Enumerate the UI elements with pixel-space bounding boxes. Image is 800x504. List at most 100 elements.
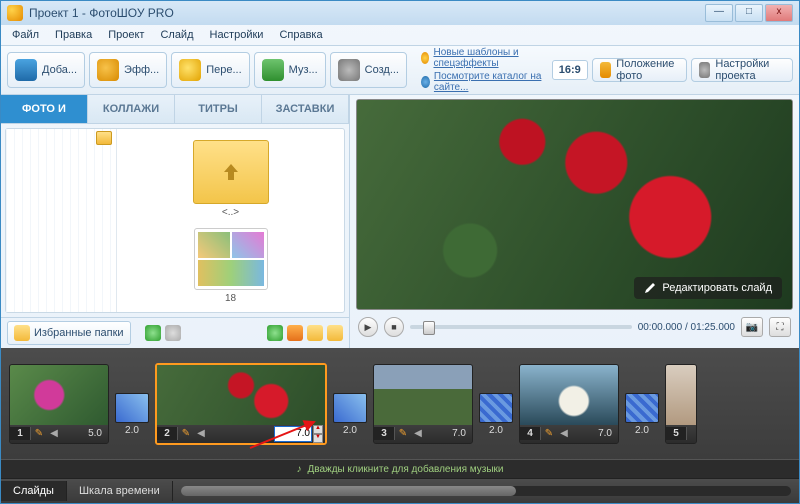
sound-icon[interactable]: ◀ — [411, 428, 425, 439]
nav-back-icon[interactable] — [145, 325, 161, 341]
scrollbar-thumb[interactable] — [181, 486, 517, 496]
transition-2[interactable]: 2.0 — [333, 372, 367, 436]
favorite-folders-button[interactable]: Избранные папки — [7, 321, 131, 345]
favorites-bar: Избранные папки — [1, 317, 349, 348]
edit-slide-button[interactable]: Редактировать слайд — [634, 277, 782, 299]
star-icon — [179, 59, 201, 81]
pencil-icon[interactable]: ✎ — [395, 428, 411, 439]
stop-button[interactable]: ■ — [384, 317, 404, 337]
maximize-button[interactable]: □ — [735, 4, 763, 22]
thumb-item[interactable]: 18 — [181, 223, 281, 309]
time-display: 00:00.000 / 01:25.000 — [638, 322, 735, 333]
menubar: Файл Правка Проект Слайд Настройки Справ… — [1, 25, 799, 46]
titlebar: Проект 1 - ФотоШОУ PRO — □ x — [1, 1, 799, 25]
app-logo-icon — [7, 5, 23, 21]
pencil-icon — [644, 282, 656, 294]
source-tabs: ФОТО И ВИДЕО КОЛЛАЖИ ТИТРЫ ЗАСТАВКИ — [1, 95, 349, 124]
main-toolbar: Доба... Эфф... Пере... Муз... Созд... Но… — [1, 46, 799, 95]
thumb-up[interactable]: <..> — [181, 135, 281, 223]
add-button[interactable]: Доба... — [7, 52, 85, 88]
home-icon[interactable] — [287, 325, 303, 341]
tab-intros[interactable]: ЗАСТАВКИ — [262, 95, 349, 123]
slide-strip[interactable]: 1✎◀5.0 2.0 2✎◀▲▼ 2.0 3✎◀7.0 2.0 4✎◀7.0 2… — [1, 348, 799, 459]
transition-thumb — [479, 393, 513, 423]
arrow-up-icon — [219, 160, 243, 184]
menu-edit[interactable]: Правка — [48, 27, 99, 43]
aspect-ratio-button[interactable]: 16:9 — [552, 60, 588, 80]
globe-icon — [421, 76, 430, 88]
fullscreen-button[interactable]: ⛶ — [769, 317, 791, 337]
sound-icon[interactable]: ◀ — [47, 428, 61, 439]
photo-position-button[interactable]: Положение фото — [592, 58, 687, 82]
nav-fwd-icon[interactable] — [165, 325, 181, 341]
transition-3[interactable]: 2.0 — [479, 372, 513, 436]
music-track[interactable]: ♪ Дважды кликните для добавления музыки — [1, 459, 799, 478]
play-button[interactable]: ▶ — [358, 317, 378, 337]
slide-thumb — [520, 365, 618, 425]
folder-icon — [96, 131, 112, 145]
tab-photo-video[interactable]: ФОТО И ВИДЕО — [1, 95, 88, 123]
menu-help[interactable]: Справка — [272, 27, 329, 43]
promo-links: Новые шаблоны и спецэффекты Посмотрите к… — [421, 47, 544, 93]
tab-collages[interactable]: КОЛЛАЖИ — [88, 95, 175, 123]
menu-project[interactable]: Проект — [101, 27, 151, 43]
slide-5[interactable]: 5 — [665, 364, 697, 444]
photo-icon — [600, 62, 612, 78]
pencil-icon[interactable]: ✎ — [178, 428, 194, 439]
tab-timescale-view[interactable]: Шкала времени — [67, 481, 173, 501]
camera-icon — [15, 59, 37, 81]
transition-4[interactable]: 2.0 — [625, 372, 659, 436]
effects-button[interactable]: Эфф... — [89, 52, 167, 88]
close-button[interactable]: x — [765, 4, 793, 22]
snapshot-button[interactable]: 📷 — [741, 317, 763, 337]
wand-icon — [97, 59, 119, 81]
menu-settings[interactable]: Настройки — [203, 27, 271, 43]
seek-knob[interactable] — [423, 321, 435, 335]
slide-1[interactable]: 1✎◀5.0 — [9, 364, 109, 444]
download-icon[interactable] — [267, 325, 283, 341]
slide-thumb — [666, 365, 696, 425]
tab-slides-view[interactable]: Слайды — [1, 481, 67, 501]
sound-icon[interactable]: ◀ — [557, 428, 571, 439]
file-browser: <..> 18 — [5, 128, 345, 313]
duration-input[interactable] — [274, 426, 312, 442]
window-title: Проект 1 - ФотоШОУ PRO — [29, 6, 174, 20]
menu-slide[interactable]: Слайд — [153, 27, 200, 43]
transitions-button[interactable]: Пере... — [171, 52, 249, 88]
sound-icon[interactable]: ◀ — [194, 428, 208, 439]
duration-spinner[interactable]: ▲▼ — [313, 425, 323, 443]
music-button[interactable]: Муз... — [254, 52, 326, 88]
folder-icon — [14, 325, 30, 341]
project-settings-button[interactable]: Настройки проекта — [691, 58, 793, 82]
slide-thumb — [10, 365, 108, 425]
link-templates[interactable]: Новые шаблоны и спецэффекты — [433, 47, 543, 69]
timeline-scrollbar[interactable] — [181, 486, 791, 496]
transition-thumb — [625, 393, 659, 423]
transition-thumb — [115, 393, 149, 423]
slide-4[interactable]: 4✎◀7.0 — [519, 364, 619, 444]
playback-bar: ▶ ■ 00:00.000 / 01:25.000 📷 ⛶ — [356, 310, 793, 344]
slide-thumb — [374, 365, 472, 425]
fav-manage-icon[interactable] — [327, 325, 343, 341]
slide-2[interactable]: 2✎◀▲▼ — [155, 363, 327, 445]
link-catalog[interactable]: Посмотрите каталог на сайте... — [434, 71, 544, 93]
thumbnail-grid[interactable]: <..> 18 — [117, 129, 344, 312]
preview-area[interactable]: Редактировать слайд — [356, 99, 793, 310]
star-small-icon — [421, 52, 430, 64]
gear-icon — [699, 62, 710, 78]
menu-file[interactable]: Файл — [5, 27, 46, 43]
create-button[interactable]: Созд... — [330, 52, 407, 88]
transition-1[interactable]: 2.0 — [115, 372, 149, 436]
pencil-icon[interactable]: ✎ — [541, 428, 557, 439]
timeline: 1✎◀5.0 2.0 2✎◀▲▼ 2.0 3✎◀7.0 2.0 4✎◀7.0 2… — [1, 348, 799, 478]
pencil-icon[interactable]: ✎ — [31, 428, 47, 439]
tab-titles[interactable]: ТИТРЫ — [175, 95, 262, 123]
minimize-button[interactable]: — — [705, 4, 733, 22]
slide-3[interactable]: 3✎◀7.0 — [373, 364, 473, 444]
folder-tree[interactable] — [6, 129, 117, 312]
fav-add-icon[interactable] — [307, 325, 323, 341]
disc-icon — [338, 59, 360, 81]
seek-slider[interactable] — [410, 325, 632, 329]
music-note-icon: ♪ — [296, 464, 301, 475]
transition-thumb — [333, 393, 367, 423]
